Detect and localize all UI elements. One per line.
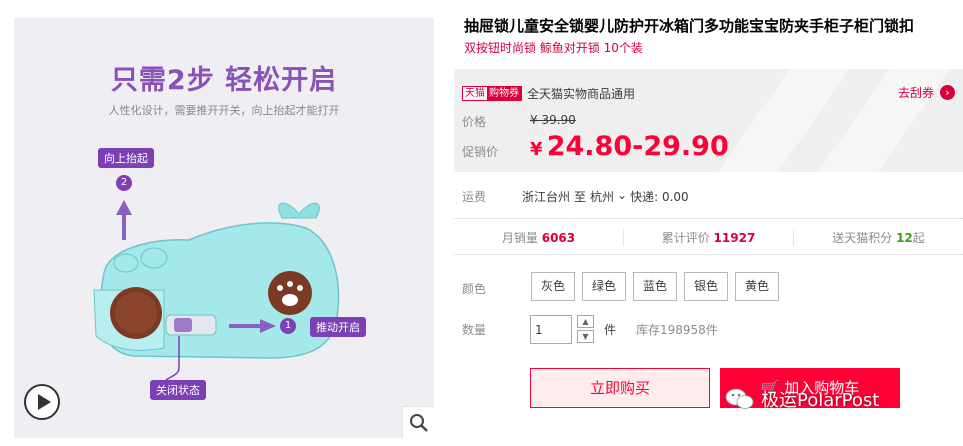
magnifier-icon	[410, 414, 428, 432]
points-value: 12	[896, 231, 913, 245]
quantity-unit: 件	[604, 323, 617, 337]
tmall-coupon-tag: 天猫 购物券	[462, 86, 522, 101]
play-video-icon[interactable]	[24, 384, 60, 420]
buy-now-button[interactable]: 立即购买	[530, 368, 710, 408]
color-option-gray[interactable]: 灰色	[531, 272, 575, 301]
product-title: 抽屉锁儿童安全锁婴儿防护开冰箱门多功能宝宝防夹手柜子柜门锁扣	[464, 17, 915, 35]
step-2-badge: 2	[116, 175, 132, 191]
color-option-yellow[interactable]: 黄色	[735, 272, 779, 301]
step-1-badge: 1	[280, 318, 296, 334]
color-option-blue[interactable]: 蓝色	[633, 272, 677, 301]
shipping-fee: 快递: 0.00	[630, 190, 689, 204]
monthly-sales-label: 月销量	[501, 231, 538, 245]
quantity-input[interactable]	[530, 315, 572, 344]
watermark-text: 极运PolarPost	[761, 390, 880, 411]
chevron-down-icon[interactable]: ⌄	[617, 188, 627, 205]
color-option-silver[interactable]: 银色	[684, 272, 728, 301]
get-coupon-label: 去刮券	[897, 86, 934, 100]
step-lift-label: 向上抬起	[98, 148, 154, 168]
review-count-label: 累计评价	[661, 231, 710, 245]
price-label: 价格	[462, 115, 487, 129]
monthly-sales: 月销量 6063	[454, 229, 623, 246]
review-count[interactable]: 累计评价 11927	[623, 229, 793, 246]
quantity-label: 数量	[462, 323, 487, 337]
coupon-description: 全天猫实物商品通用	[527, 87, 636, 101]
ship-to-city[interactable]: 杭州	[590, 188, 614, 205]
promo-price-label: 促销价	[462, 145, 499, 159]
review-count-value: 11927	[713, 231, 756, 245]
tmall-points: 送天猫积分 12起	[793, 229, 963, 246]
promo-price: ¥ 24.80-29.90	[530, 131, 729, 162]
tmall-tag-text: 天猫	[463, 87, 487, 100]
quantity-decrease-button[interactable]: ▼	[577, 330, 594, 343]
points-label: 送天猫积分	[832, 231, 893, 245]
color-label: 颜色	[462, 282, 487, 296]
ship-from: 浙江台州	[522, 190, 571, 204]
product-main-image[interactable]: 只需2步 轻松开启 人性化设计，需要推开开关，向上抬起才能打开 向上抬起 2 1	[14, 18, 434, 438]
shipping-row: 运费 浙江台州 至 杭州 ⌄ 快递: 0.00	[462, 188, 689, 205]
step-push-label: 推动开启	[310, 317, 366, 337]
divider	[454, 254, 963, 255]
whale-lock-illustration	[93, 200, 340, 381]
price-panel: 天猫 购物券 全天猫实物商品通用 去刮券 › 价格 ¥ 39.90 促销价 ¥ …	[454, 69, 963, 172]
coupon-row: 天猫 购物券 全天猫实物商品通用	[462, 85, 635, 102]
product-subtitle: 双按钮时尚锁 鲸鱼对开锁 10个装	[464, 41, 643, 55]
wechat-icon	[725, 388, 754, 409]
original-price: ¥ 39.90	[530, 113, 576, 127]
shipping-label: 运费	[462, 190, 487, 204]
zoom-button[interactable]	[402, 406, 434, 438]
sales-stats: 月销量 6063 累计评价 11927 送天猫积分 12起	[454, 229, 963, 246]
coupon-tag-text: 购物券	[487, 87, 521, 100]
get-coupon-link[interactable]: 去刮券 ›	[898, 84, 955, 101]
divider	[454, 218, 963, 219]
chevron-right-icon: ›	[940, 85, 955, 100]
ship-to-word: 至	[574, 190, 587, 204]
monthly-sales-value: 6063	[541, 231, 576, 245]
currency-symbol: ¥	[530, 139, 543, 160]
points-suffix: 起	[912, 231, 925, 245]
quantity-increase-button[interactable]: ▲	[577, 315, 594, 328]
watermark: 极运PolarPost	[725, 386, 879, 412]
closed-state-label: 关闭状态	[150, 380, 206, 400]
color-option-green[interactable]: 绿色	[582, 272, 626, 301]
color-options: 灰色 绿色 蓝色 银色 黄色	[531, 272, 786, 301]
stock-count: 库存198958件	[636, 323, 718, 337]
promo-price-value: 24.80-29.90	[546, 131, 729, 162]
